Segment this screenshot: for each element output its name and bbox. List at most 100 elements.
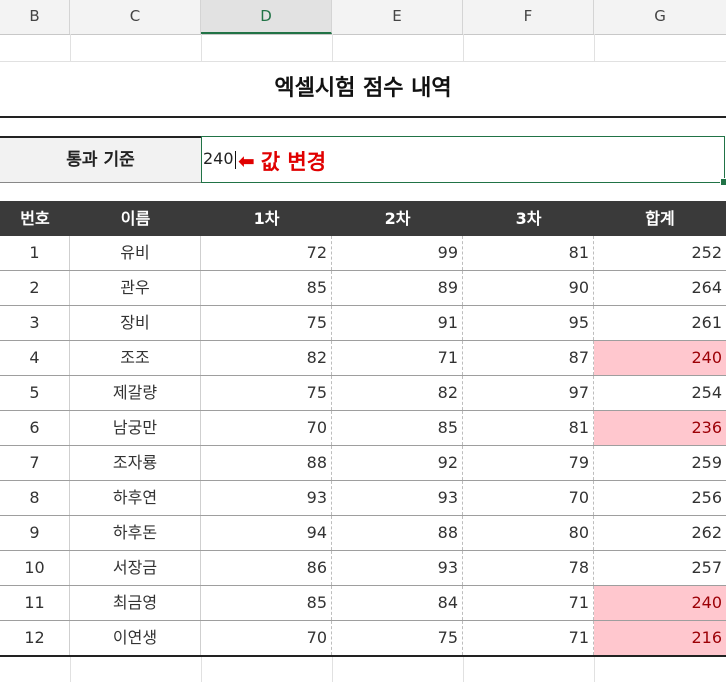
- cell-total[interactable]: 261: [594, 306, 726, 340]
- cell-number[interactable]: 1: [0, 236, 70, 270]
- cell-name[interactable]: 조조: [70, 341, 201, 375]
- cell-name[interactable]: 하후돈: [70, 516, 201, 550]
- cell-number[interactable]: 4: [0, 341, 70, 375]
- cell-round1[interactable]: 93: [201, 481, 332, 515]
- gridline: [201, 657, 202, 682]
- cell-total-highlighted[interactable]: 240: [594, 341, 726, 375]
- cell-round2[interactable]: 92: [332, 446, 463, 480]
- table-row: 3 장비 75 91 95 261: [0, 306, 726, 341]
- cell-name[interactable]: 조자룡: [70, 446, 201, 480]
- cell-number[interactable]: 3: [0, 306, 70, 340]
- cell-number[interactable]: 12: [0, 621, 70, 655]
- cell-number[interactable]: 5: [0, 376, 70, 410]
- cell-round3[interactable]: 80: [463, 516, 594, 550]
- column-header-b[interactable]: B: [0, 0, 70, 34]
- cell-round1[interactable]: 75: [201, 306, 332, 340]
- cell-total[interactable]: 252: [594, 236, 726, 270]
- cell-round1[interactable]: 75: [201, 376, 332, 410]
- gridline: [70, 657, 71, 682]
- cell-total[interactable]: 256: [594, 481, 726, 515]
- column-header-c[interactable]: C: [70, 0, 201, 34]
- cell-name[interactable]: 남궁만: [70, 411, 201, 445]
- cell-number[interactable]: 7: [0, 446, 70, 480]
- column-header-f[interactable]: F: [463, 0, 594, 34]
- gridline: [463, 657, 464, 682]
- cell-round2[interactable]: 71: [332, 341, 463, 375]
- fill-handle[interactable]: [720, 178, 726, 186]
- cell-round1[interactable]: 82: [201, 341, 332, 375]
- gridline: [463, 34, 464, 61]
- cell-name[interactable]: 최금영: [70, 586, 201, 620]
- cell-total[interactable]: 254: [594, 376, 726, 410]
- header-name[interactable]: 이름: [70, 201, 201, 236]
- cell-round3[interactable]: 90: [463, 271, 594, 305]
- cell-name[interactable]: 관우: [70, 271, 201, 305]
- cell-number[interactable]: 11: [0, 586, 70, 620]
- gridline: [332, 657, 333, 682]
- table-row: 12 이연생 70 75 71 216: [0, 621, 726, 656]
- cell-name[interactable]: 서장금: [70, 551, 201, 585]
- cell-total-highlighted[interactable]: 236: [594, 411, 726, 445]
- cell-total[interactable]: 257: [594, 551, 726, 585]
- cell-name[interactable]: 이연생: [70, 621, 201, 655]
- cell-round1[interactable]: 85: [201, 271, 332, 305]
- cell-number[interactable]: 9: [0, 516, 70, 550]
- cell-name[interactable]: 유비: [70, 236, 201, 270]
- cell-round3[interactable]: 87: [463, 341, 594, 375]
- sheet-title[interactable]: 엑셀시험 점수 내역: [0, 62, 726, 116]
- cell-total[interactable]: 262: [594, 516, 726, 550]
- cell-round3[interactable]: 95: [463, 306, 594, 340]
- cell-round2[interactable]: 93: [332, 481, 463, 515]
- cell-round2[interactable]: 89: [332, 271, 463, 305]
- table-header: 번호 이름 1차 2차 3차 합계: [0, 201, 726, 236]
- cell-number[interactable]: 8: [0, 481, 70, 515]
- cell-round3[interactable]: 71: [463, 586, 594, 620]
- cell-total-highlighted[interactable]: 216: [594, 621, 726, 655]
- cell-round1[interactable]: 70: [201, 411, 332, 445]
- cell-round1[interactable]: 88: [201, 446, 332, 480]
- header-total[interactable]: 합계: [594, 201, 726, 236]
- column-header-g[interactable]: G: [594, 0, 726, 34]
- cell-round2[interactable]: 84: [332, 586, 463, 620]
- cell-round3[interactable]: 71: [463, 621, 594, 655]
- table-row: 7 조자룡 88 92 79 259: [0, 446, 726, 481]
- cell-total[interactable]: 259: [594, 446, 726, 480]
- cell-name[interactable]: 장비: [70, 306, 201, 340]
- cell-round3[interactable]: 97: [463, 376, 594, 410]
- cell-total[interactable]: 264: [594, 271, 726, 305]
- cell-round2[interactable]: 91: [332, 306, 463, 340]
- cell-round2[interactable]: 82: [332, 376, 463, 410]
- header-number[interactable]: 번호: [0, 201, 70, 236]
- cell-name[interactable]: 제갈량: [70, 376, 201, 410]
- cell-total-highlighted[interactable]: 240: [594, 586, 726, 620]
- cell-round3[interactable]: 78: [463, 551, 594, 585]
- cell-number[interactable]: 6: [0, 411, 70, 445]
- cell-number[interactable]: 10: [0, 551, 70, 585]
- cell-round1[interactable]: 70: [201, 621, 332, 655]
- header-round3[interactable]: 3차: [463, 201, 594, 236]
- header-round2[interactable]: 2차: [332, 201, 463, 236]
- cell-round2[interactable]: 85: [332, 411, 463, 445]
- column-header-e[interactable]: E: [332, 0, 463, 34]
- cell-round2[interactable]: 99: [332, 236, 463, 270]
- text-cursor: [234, 150, 236, 169]
- criteria-label[interactable]: 통과 기준: [0, 136, 201, 183]
- cell-round3[interactable]: 70: [463, 481, 594, 515]
- cell-number[interactable]: 2: [0, 271, 70, 305]
- cell-round1[interactable]: 72: [201, 236, 332, 270]
- header-round1[interactable]: 1차: [201, 201, 332, 236]
- cell-name[interactable]: 하후연: [70, 481, 201, 515]
- table-row: 11 최금영 85 84 71 240: [0, 586, 726, 621]
- table-bottom-border: [0, 655, 726, 657]
- column-header-bar: B C D E F G: [0, 0, 726, 35]
- cell-round2[interactable]: 75: [332, 621, 463, 655]
- cell-round2[interactable]: 93: [332, 551, 463, 585]
- cell-round1[interactable]: 86: [201, 551, 332, 585]
- cell-round1[interactable]: 94: [201, 516, 332, 550]
- column-header-d[interactable]: D: [201, 0, 332, 34]
- cell-round3[interactable]: 79: [463, 446, 594, 480]
- cell-round3[interactable]: 81: [463, 411, 594, 445]
- cell-round1[interactable]: 85: [201, 586, 332, 620]
- cell-round3[interactable]: 81: [463, 236, 594, 270]
- cell-round2[interactable]: 88: [332, 516, 463, 550]
